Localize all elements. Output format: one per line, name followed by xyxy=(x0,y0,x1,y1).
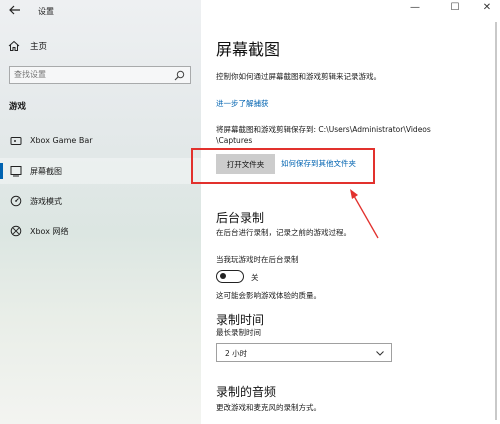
search-icon[interactable] xyxy=(174,70,185,81)
close-button[interactable]: ✕ xyxy=(477,2,497,13)
max-record-time-label: 最长录制时间 xyxy=(216,328,261,337)
dropdown-value: 2 小时 xyxy=(225,349,248,358)
toggle-knob xyxy=(220,273,226,279)
audio-heading: 录制的音频 xyxy=(216,385,277,399)
sidebar-item-game-mode[interactable]: 游戏模式 xyxy=(0,188,201,214)
audio-description: 更改游戏和麦克风的录制方式。 xyxy=(216,403,321,412)
capture-icon xyxy=(10,165,22,177)
save-path-text: 将屏幕截图和游戏剪辑保存到: C:\Users\Administrator\Vi… xyxy=(216,124,486,146)
save-path-line: \Captures xyxy=(216,136,253,145)
sidebar-item-captures[interactable]: 屏幕截图 xyxy=(0,158,201,184)
record-time-heading: 录制时间 xyxy=(216,313,265,327)
page-description: 控制你如何通过屏幕截图和游戏剪辑来记录游戏。 xyxy=(216,72,381,81)
sidebar-item-label: Xbox Game Bar xyxy=(30,136,93,145)
search-box[interactable] xyxy=(9,66,191,84)
sidebar-item-home[interactable]: 主页 xyxy=(8,38,198,54)
background-recording-description: 在后台进行录制，记录之前的游戏过程。 xyxy=(216,228,351,237)
background-recording-heading: 后台录制 xyxy=(216,211,265,225)
sidebar-item-label: Xbox 网络 xyxy=(30,227,69,236)
open-folder-button[interactable]: 打开文件夹 xyxy=(216,154,275,174)
background-recording-toggle-caption: 当我玩游戏时在后台录制 xyxy=(216,255,299,264)
save-path-line: 将屏幕截图和游戏剪辑保存到: C:\Users\Administrator\Vi… xyxy=(216,125,431,134)
page-title: 屏幕截图 xyxy=(216,40,281,59)
section-heading-games: 游戏 xyxy=(9,102,27,112)
back-arrow-icon[interactable] xyxy=(8,3,22,17)
active-indicator xyxy=(0,163,3,179)
app-title: 设置 xyxy=(38,7,54,16)
chevron-down-icon xyxy=(375,348,385,358)
toggle-state-label: 关 xyxy=(251,273,259,282)
sidebar-item-label: 游戏模式 xyxy=(30,197,62,206)
sidebar-item-xbox-network[interactable]: Xbox 网络 xyxy=(0,218,201,244)
max-record-time-dropdown[interactable]: 2 小时 xyxy=(216,343,392,362)
sidebar: 设置 主页 游戏 Xbox Game Bar 屏幕截图 游戏模式 xyxy=(0,0,201,424)
sidebar-item-label: 屏幕截图 xyxy=(30,167,62,176)
xbox-icon xyxy=(10,225,22,237)
home-icon xyxy=(8,40,20,52)
background-recording-toggle[interactable] xyxy=(216,270,244,283)
quality-note: 这可能会影响游戏体验的质量。 xyxy=(216,291,321,300)
maximize-button[interactable]: ☐ xyxy=(445,2,465,13)
title-bar: 设置 xyxy=(0,0,201,22)
main-content: — ☐ ✕ 屏幕截图 控制你如何通过屏幕截图和游戏剪辑来记录游戏。 进一步了解捕… xyxy=(201,0,500,424)
xbox-game-bar-icon xyxy=(10,135,22,147)
learn-more-link[interactable]: 进一步了解捕获 xyxy=(216,98,269,109)
save-other-folder-link[interactable]: 如何保存到其他文件夹 xyxy=(281,158,356,169)
sidebar-item-label: 主页 xyxy=(30,42,48,52)
game-mode-icon xyxy=(10,195,22,207)
scrollbar[interactable] xyxy=(495,22,497,420)
search-input[interactable] xyxy=(14,70,164,79)
sidebar-item-xbox-game-bar[interactable]: Xbox Game Bar xyxy=(0,128,201,154)
minimize-button[interactable]: — xyxy=(405,2,425,13)
